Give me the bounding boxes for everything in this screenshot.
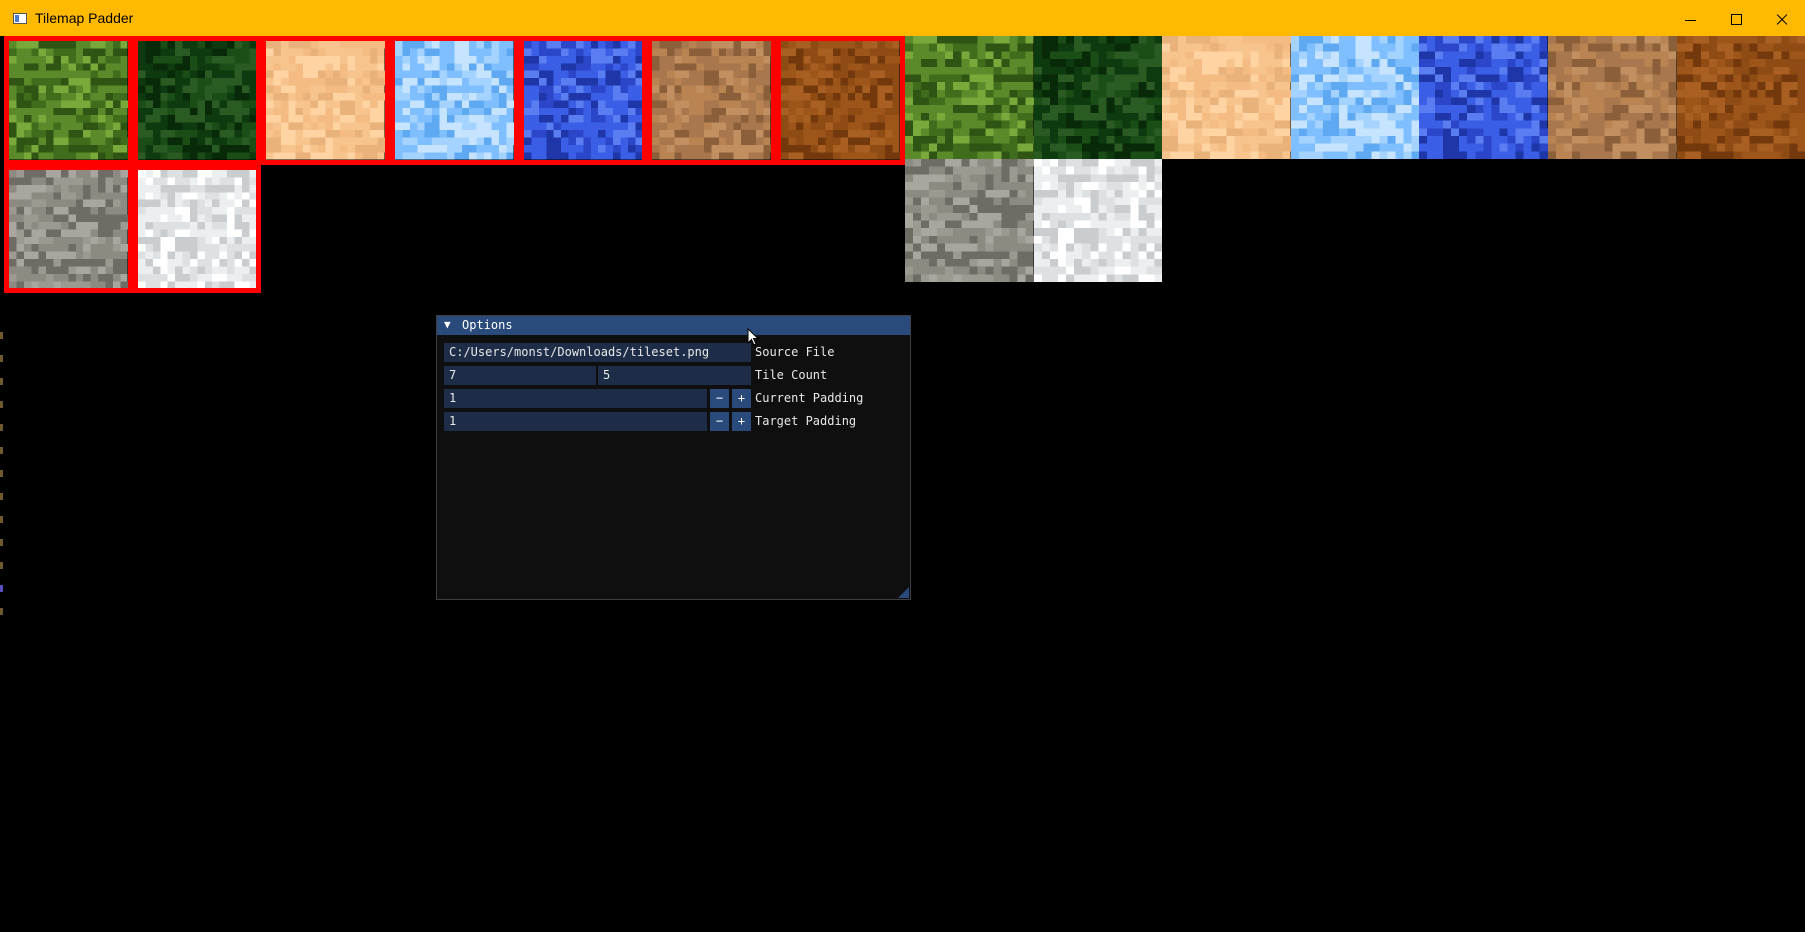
- close-button[interactable]: [1759, 0, 1805, 36]
- target-padding-label: Target Padding: [755, 414, 857, 428]
- minimize-button[interactable]: [1667, 0, 1713, 36]
- options-header[interactable]: ▼ Options: [437, 316, 910, 335]
- options-window[interactable]: ▼ Options C:/Users/monst/Downloads/tiles…: [436, 315, 911, 600]
- title-bar[interactable]: Tilemap Padder: [0, 0, 1805, 36]
- tile-deep-water: [518, 36, 648, 165]
- source-file-input[interactable]: C:/Users/monst/Downloads/tileset.png: [444, 343, 751, 362]
- output-tileset-preview: [905, 36, 1805, 282]
- tile-shallow-water: [390, 36, 519, 165]
- tile-grass: [905, 36, 1034, 159]
- tile-grass: [4, 36, 133, 165]
- app-icon: [13, 13, 27, 24]
- current-padding-decrement-button[interactable]: −: [710, 389, 729, 408]
- collapse-triangle-icon[interactable]: ▼: [444, 318, 451, 331]
- tile-mud: [776, 36, 905, 165]
- tile-dark-grass: [132, 36, 262, 165]
- tile-dark-grass: [1033, 36, 1163, 159]
- mouse-cursor-icon: [747, 328, 760, 346]
- tile-snow: [132, 164, 262, 294]
- tile-mud: [1676, 36, 1805, 159]
- tile-snow: [1033, 159, 1163, 282]
- window-title: Tilemap Padder: [35, 10, 134, 26]
- target-padding-decrement-button[interactable]: −: [710, 412, 729, 431]
- current-padding-label: Current Padding: [755, 391, 864, 405]
- current-padding-input[interactable]: 1: [444, 389, 707, 408]
- tile-deep-water: [1419, 36, 1548, 159]
- tile-sand: [261, 36, 391, 165]
- tile-dirt: [1547, 36, 1677, 159]
- tile-sand: [1162, 36, 1291, 159]
- tile-stone: [4, 164, 133, 294]
- tile-shallow-water: [1290, 36, 1420, 159]
- current-padding-increment-button[interactable]: +: [732, 389, 751, 408]
- source-file-label: Source File: [755, 345, 835, 359]
- padded-tileset-preview: [4, 36, 905, 294]
- options-title: Options: [462, 318, 513, 332]
- target-padding-increment-button[interactable]: +: [732, 412, 751, 431]
- background-window-edge: [0, 320, 4, 932]
- tile-stone: [905, 159, 1034, 282]
- tile-count-label: Tile Count: [755, 368, 828, 382]
- tile-dirt: [647, 36, 777, 165]
- tile-count-x-input[interactable]: 7: [444, 366, 596, 385]
- resize-grip[interactable]: [898, 587, 909, 598]
- target-padding-input[interactable]: 1: [444, 412, 707, 431]
- tile-count-y-input[interactable]: 5: [598, 366, 751, 385]
- maximize-button[interactable]: [1713, 0, 1759, 36]
